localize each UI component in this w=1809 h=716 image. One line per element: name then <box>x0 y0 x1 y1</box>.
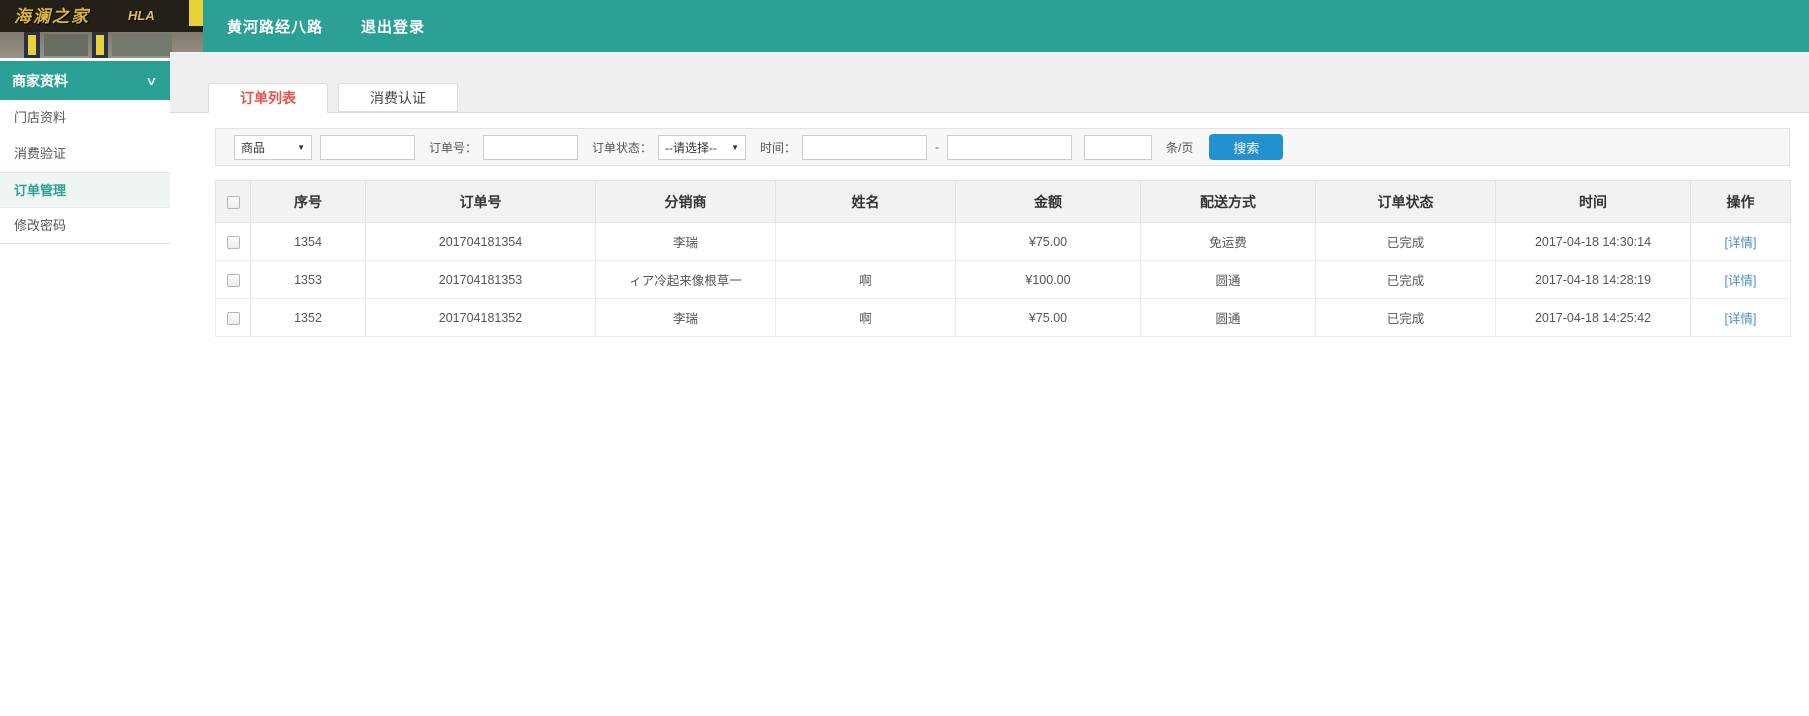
cell-time: 2017-04-18 14:25:42 <box>1495 298 1691 337</box>
topbar: 黄河路经八路 退出登录 <box>0 0 1809 52</box>
cell-shipping: 免运费 <box>1140 222 1316 261</box>
cell-status: 已完成 <box>1315 222 1496 261</box>
photo-yellow-sign <box>189 0 203 26</box>
cell-action: [详情] <box>1690 298 1791 337</box>
cell-time: 2017-04-18 14:28:19 <box>1495 260 1691 299</box>
sidebar-item-order-management[interactable]: 订单管理 <box>0 172 170 208</box>
cell-order-no: 201704181354 <box>365 222 596 261</box>
col-header-order-no: 订单号 <box>365 180 596 223</box>
col-header-shipping: 配送方式 <box>1140 180 1316 223</box>
cell-status: 已完成 <box>1315 298 1496 337</box>
storefront-photo: 海澜之家 HLA <box>0 0 203 58</box>
time-from-input[interactable] <box>802 134 928 160</box>
order-status-label: 订单状态： <box>592 140 653 155</box>
filter-bar: 商品 ▼ 订单号： 订单状态： --请选择-- ▼ 时间： - 条/页 搜索 <box>215 128 1790 166</box>
row-checkbox[interactable] <box>226 311 240 325</box>
table-row: 1352 201704181352 李瑞 啊 ¥75.00 圆通 已完成 201… <box>215 298 1791 337</box>
time-to-input[interactable] <box>947 134 1073 160</box>
cell-name: 啊 <box>775 298 956 337</box>
per-page-label: 条/页 <box>1166 140 1194 155</box>
time-range-separator: - <box>935 140 940 154</box>
cell-amount: ¥75.00 <box>955 298 1141 337</box>
cell-action: [详情] <box>1690 222 1791 261</box>
cell-time: 2017-04-18 14:30:14 <box>1495 222 1691 261</box>
sidebar-header-label: 商家资料 <box>12 72 68 89</box>
tabs: 订单列表 消费认证 <box>208 83 458 113</box>
col-header-seq: 序号 <box>250 180 366 223</box>
product-select[interactable]: 商品 ▼ <box>234 134 312 160</box>
order-no-input[interactable] <box>483 134 579 160</box>
col-header-name: 姓名 <box>775 180 956 223</box>
table-row: 1353 201704181353 ィア冷起来像根草一 啊 ¥100.00 圆通… <box>215 260 1791 299</box>
time-label: 时间： <box>760 140 797 155</box>
sidebar-header-merchant-info[interactable]: 商家资料 ∨ <box>0 61 170 100</box>
row-checkbox-cell <box>215 222 251 261</box>
product-keyword-input[interactable] <box>320 134 415 160</box>
row-checkbox-cell <box>215 298 251 337</box>
tab-order-list[interactable]: 订单列表 <box>208 83 328 113</box>
detail-link[interactable]: [详情] <box>1725 236 1757 250</box>
dropdown-arrow-icon: ▼ <box>297 142 305 152</box>
cell-seq: 1353 <box>250 260 366 299</box>
order-status-select-value: --请选择-- <box>665 140 718 155</box>
photo-banner <box>96 35 104 55</box>
row-checkbox[interactable] <box>226 273 240 287</box>
cell-order-no: 201704181352 <box>365 298 596 337</box>
logout-link[interactable]: 退出登录 <box>361 16 425 37</box>
cell-action: [详情] <box>1690 260 1791 299</box>
table-header-row: 序号 订单号 分销商 姓名 金额 配送方式 订单状态 时间 操作 <box>215 180 1791 223</box>
search-button[interactable]: 搜索 <box>1209 134 1284 160</box>
cell-amount: ¥100.00 <box>955 260 1141 299</box>
topbar-nav: 黄河路经八路 退出登录 <box>227 0 425 52</box>
photo-window <box>112 34 172 56</box>
col-header-time: 时间 <box>1495 180 1691 223</box>
cell-amount: ¥75.00 <box>955 222 1141 261</box>
photo-brand-letters: HLA <box>128 8 155 23</box>
cell-distributor: 李瑞 <box>595 222 776 261</box>
cell-status: 已完成 <box>1315 260 1496 299</box>
cell-seq: 1354 <box>250 222 366 261</box>
select-all-cell <box>215 180 251 223</box>
photo-brand-text: 海澜之家 <box>14 7 90 26</box>
row-checkbox-cell <box>215 260 251 299</box>
product-select-value: 商品 <box>241 140 266 155</box>
cell-order-no: 201704181353 <box>365 260 596 299</box>
select-all-checkbox[interactable] <box>226 196 240 210</box>
photo-pillar <box>92 32 108 58</box>
cell-shipping: 圆通 <box>1140 260 1316 299</box>
content-header-strip: 订单列表 消费认证 <box>170 52 1809 113</box>
col-header-status: 订单状态 <box>1315 180 1496 223</box>
cell-name <box>775 222 956 261</box>
order-no-label: 订单号： <box>429 140 478 155</box>
col-header-action: 操作 <box>1690 180 1791 223</box>
photo-window <box>44 34 88 56</box>
detail-link[interactable]: [详情] <box>1725 274 1757 288</box>
photo-pillar <box>24 32 40 58</box>
sidebar: 商家资料 ∨ 门店资料 消费验证 订单管理 修改密码 <box>0 58 170 244</box>
orders-table: 序号 订单号 分销商 姓名 金额 配送方式 订单状态 时间 操作 1354 20… <box>215 180 1791 337</box>
col-header-distributor: 分销商 <box>595 180 776 223</box>
per-page-input[interactable] <box>1084 134 1153 160</box>
row-checkbox[interactable] <box>226 235 240 249</box>
detail-link[interactable]: [详情] <box>1725 312 1757 326</box>
table-row: 1354 201704181354 李瑞 ¥75.00 免运费 已完成 2017… <box>215 222 1791 261</box>
photo-banner <box>28 35 36 55</box>
sidebar-item-consume-verify[interactable]: 消费验证 <box>0 136 170 172</box>
col-header-amount: 金额 <box>955 180 1141 223</box>
chevron-down-icon: ∨ <box>145 73 158 88</box>
sidebar-item-store-info[interactable]: 门店资料 <box>0 100 170 136</box>
cell-name: 啊 <box>775 260 956 299</box>
sidebar-item-change-password[interactable]: 修改密码 <box>0 208 170 244</box>
cell-shipping: 圆通 <box>1140 298 1316 337</box>
dropdown-arrow-icon: ▼ <box>731 142 740 152</box>
cell-distributor: 李瑞 <box>595 298 776 337</box>
tab-consume-auth[interactable]: 消费认证 <box>338 83 458 112</box>
cell-distributor: ィア冷起来像根草一 <box>595 260 776 299</box>
store-name-link[interactable]: 黄河路经八路 <box>227 16 323 37</box>
cell-seq: 1352 <box>250 298 366 337</box>
order-status-select[interactable]: --请选择-- ▼ <box>658 134 747 160</box>
